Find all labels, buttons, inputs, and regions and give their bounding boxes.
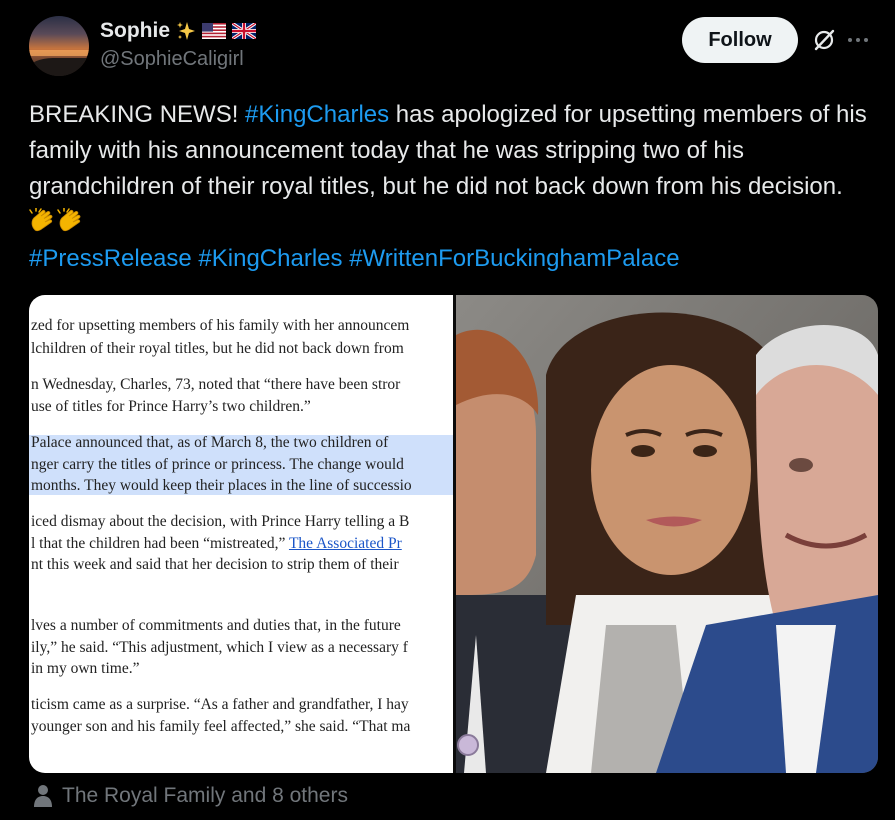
tagged-users[interactable]: The Royal Family and 8 others — [32, 782, 348, 810]
article-line: nger carry the titles of prince or princ… — [31, 456, 404, 473]
tagged-users-label[interactable]: The Royal Family and 8 others — [62, 784, 348, 808]
clapping-hands-icon — [29, 208, 53, 232]
article-line: zed for upsetting members of his family … — [31, 317, 410, 334]
hashtag-link[interactable]: #PressRelease — [29, 245, 192, 272]
royal-photo-image[interactable] — [456, 295, 878, 773]
avatar-horizon — [29, 50, 89, 56]
person-icon — [34, 785, 52, 807]
tweet-media[interactable]: zed for upsetting members of his family … — [29, 295, 878, 773]
article-screenshot-image[interactable]: zed for upsetting members of his family … — [29, 295, 453, 773]
article-line: ily,” he said. “This adjustment, which I… — [31, 639, 408, 656]
article-line: younger son and his family feel affected… — [31, 718, 411, 735]
hashtag-link[interactable]: #KingCharles — [198, 245, 342, 272]
author-handle[interactable]: @SophieCaligirl — [100, 48, 244, 71]
article-line: lves a number of commitments and duties … — [31, 617, 401, 634]
article-line: lchildren of their royal titles, but he … — [31, 340, 404, 357]
article-line: in my own time.” — [31, 660, 140, 677]
article-line: use of titles for Prince Harry’s two chi… — [31, 398, 311, 415]
grok-icon[interactable] — [812, 28, 836, 52]
clapping-hands-icon — [57, 208, 81, 232]
tweet-text-lead: BREAKING NEWS! — [29, 101, 246, 128]
article-line-text: l that the children had been “mistreated… — [31, 535, 289, 552]
follow-button[interactable]: Follow — [682, 17, 798, 63]
author-display-name[interactable]: Sophie — [100, 19, 170, 43]
article-line: iced dismay about the decision, with Pri… — [31, 513, 410, 530]
hashtag-link[interactable]: #WrittenForBuckinghamPalace — [349, 245, 679, 272]
author-name-row: Sophie — [100, 16, 257, 46]
article-line: Palace announced that, as of March 8, th… — [31, 434, 389, 451]
article-link[interactable]: The Associated Pr — [289, 535, 402, 552]
article-line: nt this week and said that her decision … — [31, 556, 399, 573]
royal-photo-illustration — [456, 295, 878, 773]
sparkles-icon — [177, 22, 196, 40]
tweet-text: BREAKING NEWS! #KingCharles has apologiz… — [29, 97, 869, 277]
hashtag-link[interactable]: #KingCharles — [245, 101, 389, 128]
more-options-icon[interactable] — [848, 30, 876, 50]
avatar[interactable] — [29, 16, 89, 76]
article-line: ticism came as a surprise. “As a father … — [31, 696, 409, 713]
article-line: n Wednesday, Charles, 73, noted that “th… — [31, 376, 401, 393]
us-flag-icon — [202, 23, 227, 39]
avatar-landscape — [29, 58, 89, 76]
article-line: months. They would keep their places in … — [31, 477, 412, 494]
article-line: l that the children had been “mistreated… — [31, 535, 402, 553]
uk-flag-icon — [232, 23, 257, 39]
